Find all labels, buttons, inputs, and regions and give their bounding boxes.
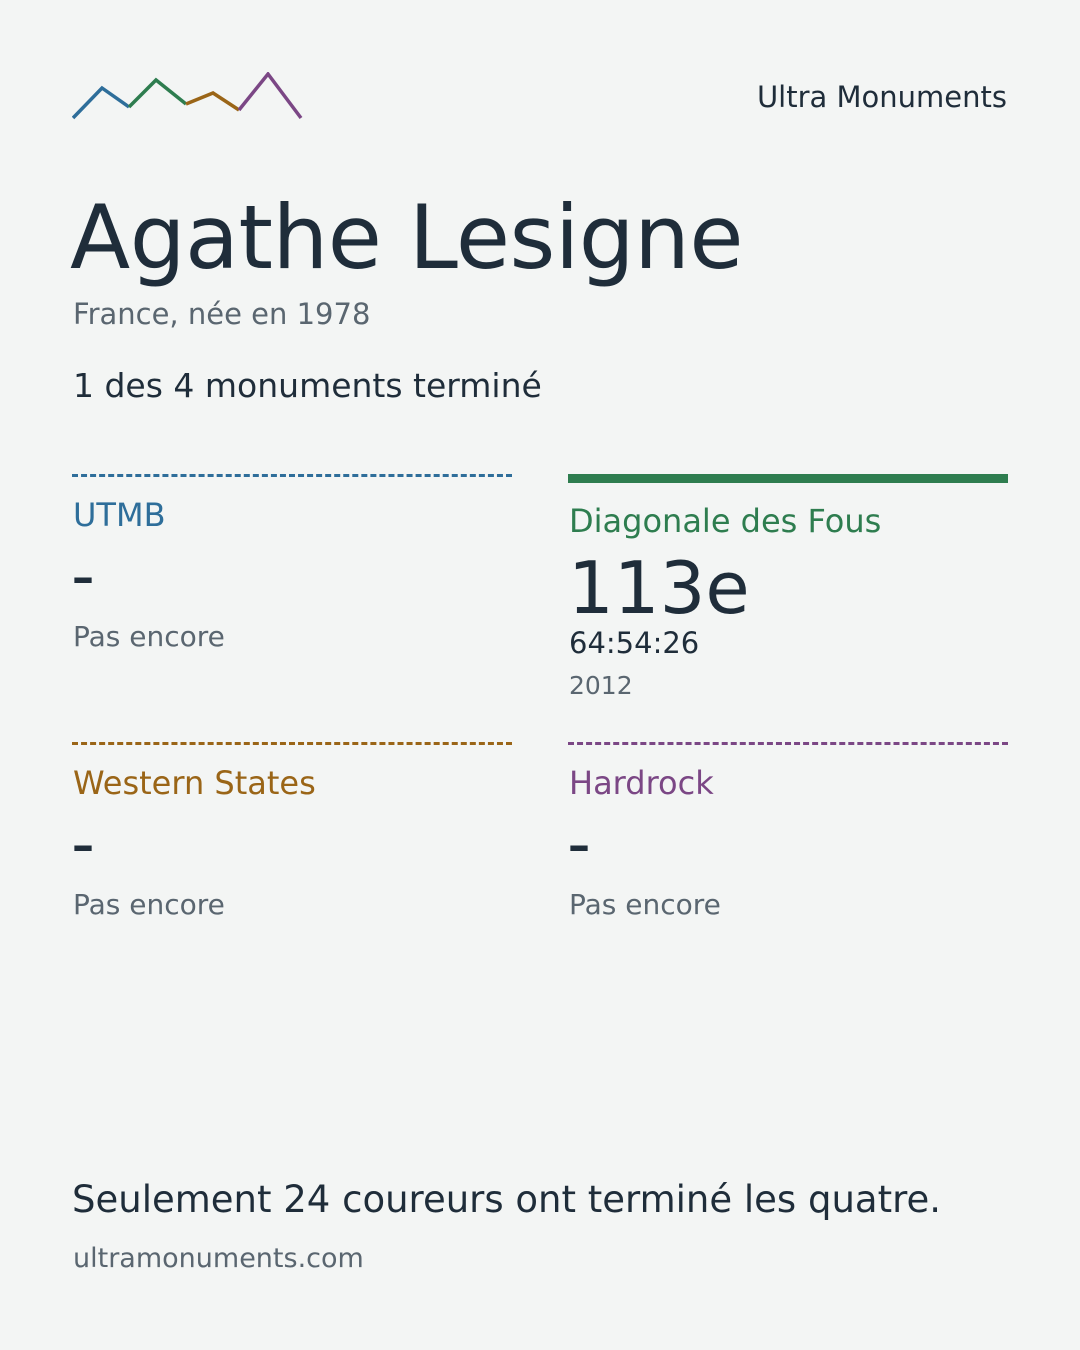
monument-status: Pas encore — [73, 888, 225, 921]
brand-name: Ultra Monuments — [756, 80, 1007, 114]
card-divider — [568, 742, 1008, 745]
monument-status: Pas encore — [73, 620, 225, 653]
logo-segment-utmb — [72, 85, 131, 120]
monument-name: Western States — [73, 764, 316, 802]
monument-status: Pas encore — [569, 888, 721, 921]
monument-result: – — [568, 820, 590, 871]
monument-rank: 113e — [568, 546, 750, 630]
mountain-range-icon — [72, 72, 303, 120]
card-divider — [72, 474, 512, 477]
athlete-country-birth: France, née en 1978 — [73, 297, 371, 331]
website-link[interactable]: ultramonuments.com — [73, 1243, 364, 1274]
monument-name: UTMB — [73, 496, 166, 534]
logo-segment-western-states — [185, 91, 240, 112]
footer-note: Seulement 24 coureurs ont terminé les qu… — [72, 1178, 942, 1221]
athlete-name: Agathe Lesigne — [70, 186, 744, 289]
card-divider — [72, 742, 512, 745]
monuments-progress: 1 des 4 monuments terminé — [73, 366, 542, 405]
monument-name: Hardrock — [569, 764, 714, 802]
logo-segment-diagonale — [127, 77, 188, 109]
logo-segment-hardrock — [237, 72, 303, 120]
finish-year: 2012 — [569, 671, 633, 700]
card-divider — [568, 474, 1008, 483]
monument-name: Diagonale des Fous — [569, 502, 882, 540]
monument-result: – — [72, 552, 94, 603]
monument-result: – — [72, 820, 94, 871]
finish-time: 64:54:26 — [569, 626, 700, 660]
